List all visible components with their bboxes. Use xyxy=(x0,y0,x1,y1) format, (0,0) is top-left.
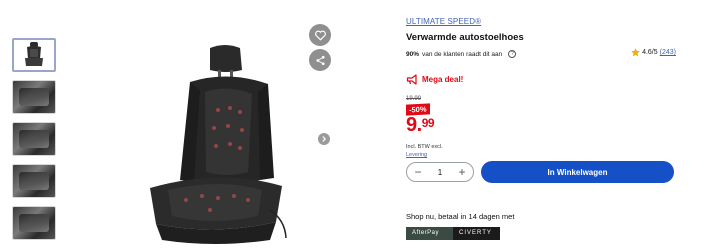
payment-logos: AfterPay CIVERTY xyxy=(406,227,500,240)
brand-link[interactable]: ULTIMATE SPEED® xyxy=(406,17,481,26)
price-cents: 99 xyxy=(421,116,435,130)
increase-quantity-button[interactable]: + xyxy=(457,166,467,178)
heart-icon xyxy=(314,30,326,40)
price-note: Incl. BTW excl. Levering xyxy=(406,143,443,159)
thumbnail-car-interior-3[interactable] xyxy=(12,164,56,198)
deal-banner: Mega deal! xyxy=(406,74,463,85)
recommend-text: van de klanten raadt dit aan xyxy=(422,50,503,58)
megaphone-icon xyxy=(406,74,417,85)
thumbnail-car-interior-2[interactable] xyxy=(12,122,56,156)
product-title: Verwarmde autostoelhoes xyxy=(406,32,524,43)
thumbnail-car-interior-4[interactable] xyxy=(12,206,56,240)
price-main: 9. xyxy=(406,114,422,136)
tax-note: Incl. BTW excl. xyxy=(406,144,443,150)
quantity-stepper: − 1 + xyxy=(406,162,474,182)
rating: 4.6/5 (243) xyxy=(631,48,676,57)
seat-thumbnail-image xyxy=(25,42,43,66)
interior-thumbnail-image xyxy=(19,88,49,106)
recommendation: 90% van de klanten raadt dit aan ? xyxy=(406,50,517,58)
next-image-button[interactable] xyxy=(318,133,330,145)
old-price: 19.99 xyxy=(406,96,422,102)
rating-value: 4.6/5 xyxy=(642,49,658,56)
shipping-link[interactable]: Levering xyxy=(406,151,443,159)
decrease-quantity-button[interactable]: − xyxy=(413,166,423,178)
add-to-cart-button[interactable]: In Winkelwagen xyxy=(481,161,674,183)
share-icon xyxy=(315,55,325,65)
current-price: 9. 99 xyxy=(406,114,435,137)
pay-later-heading: Shop nu, betaal in 14 dagen met xyxy=(406,212,515,221)
info-icon[interactable]: ? xyxy=(508,50,517,58)
chevron-right-icon xyxy=(322,136,327,142)
civerty-logo: CIVERTY xyxy=(453,227,500,240)
product-main-image xyxy=(150,45,287,244)
interior-thumbnail-image xyxy=(19,172,49,190)
interior-thumbnail-image xyxy=(19,130,49,148)
share-button[interactable] xyxy=(309,49,331,71)
thumbnail-strip xyxy=(12,38,60,248)
rating-count-link[interactable]: (243) xyxy=(660,49,676,56)
favorite-button[interactable] xyxy=(309,24,331,46)
quantity-value[interactable]: 1 xyxy=(438,168,442,177)
afterpay-logo: AfterPay xyxy=(406,227,453,240)
star-icon xyxy=(631,48,640,57)
recommend-percent: 90% xyxy=(406,50,420,58)
thumbnail-car-interior-1[interactable] xyxy=(12,80,56,114)
deal-label: Mega deal! xyxy=(422,75,464,84)
interior-thumbnail-image xyxy=(19,214,49,232)
thumbnail-seat-cover[interactable] xyxy=(12,38,56,72)
